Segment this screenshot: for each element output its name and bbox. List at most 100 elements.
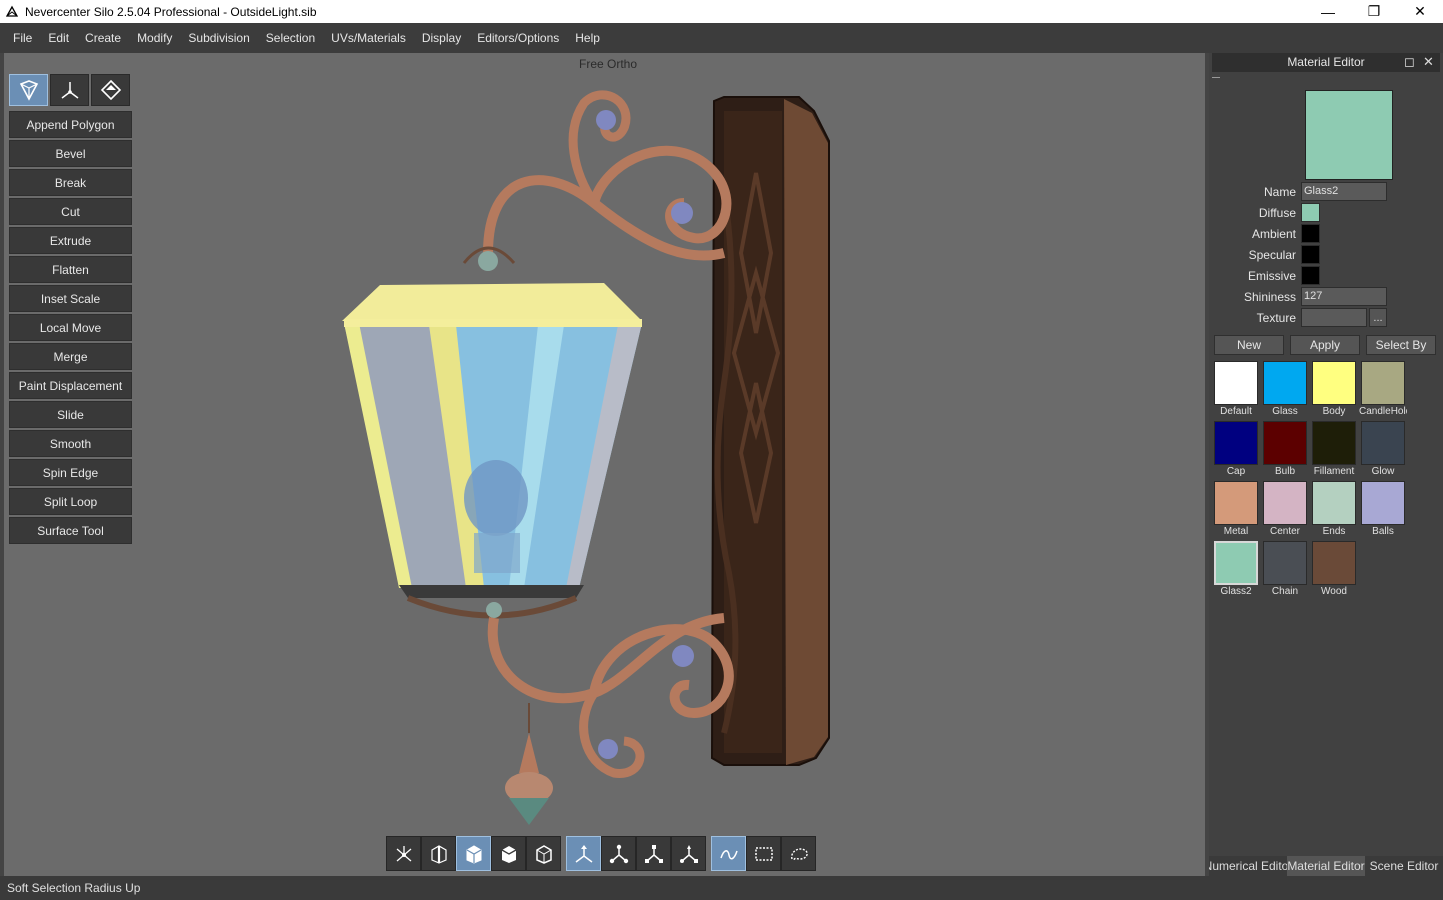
tool-surface-tool[interactable]: Surface Tool	[9, 517, 132, 544]
universal-manipulator-button[interactable]	[671, 836, 706, 871]
tool-merge[interactable]: Merge	[9, 343, 132, 370]
diffuse-color-swatch[interactable]	[1301, 203, 1320, 222]
tool-smooth[interactable]: Smooth	[9, 430, 132, 457]
material-swatch[interactable]	[1214, 541, 1258, 585]
tool-break[interactable]: Break	[9, 169, 132, 196]
minimize-button[interactable]: —	[1305, 0, 1351, 23]
new-material-button[interactable]: New	[1214, 335, 1284, 355]
select-by-material-button[interactable]: Select By	[1366, 335, 1436, 355]
material-swatch[interactable]	[1214, 361, 1258, 405]
viewport-3d[interactable]: Free Ortho	[4, 53, 1205, 876]
tool-slide[interactable]: Slide	[9, 401, 132, 428]
material-swatch[interactable]	[1361, 361, 1405, 405]
close-button[interactable]: ✕	[1397, 0, 1443, 23]
material-swatch[interactable]	[1263, 361, 1307, 405]
menu-editors-options[interactable]: Editors/Options	[469, 23, 567, 53]
apply-material-button[interactable]: Apply	[1290, 335, 1360, 355]
tool-append-polygon[interactable]: Append Polygon	[9, 111, 132, 138]
object-mode-button[interactable]	[9, 74, 48, 106]
menu-modify[interactable]: Modify	[129, 23, 180, 53]
specular-color-swatch[interactable]	[1301, 245, 1320, 264]
rotate-manipulator-button[interactable]	[601, 836, 636, 871]
material-item[interactable]: Chain	[1263, 541, 1312, 601]
material-name-field[interactable]: Glass2	[1301, 182, 1387, 201]
menu-selection[interactable]: Selection	[258, 23, 323, 53]
texture-label: Texture	[1256, 310, 1296, 325]
material-swatch[interactable]	[1361, 421, 1405, 465]
material-swatch[interactable]	[1263, 541, 1307, 585]
status-bar: Soft Selection Radius Up	[0, 876, 1443, 900]
material-item[interactable]: Body	[1312, 361, 1361, 421]
vertex-select-button[interactable]	[386, 836, 421, 871]
material-name-label: Center	[1269, 526, 1300, 537]
paint-select-button[interactable]	[711, 836, 746, 871]
tool-split-loop[interactable]: Split Loop	[9, 488, 132, 515]
menu-display[interactable]: Display	[414, 23, 469, 53]
ambient-row: Ambient	[1209, 224, 1320, 243]
tool-spin-edge[interactable]: Spin Edge	[9, 459, 132, 486]
tab-numerical-editor[interactable]: Numerical Editor	[1209, 856, 1287, 876]
tool-local-move[interactable]: Local Move	[9, 314, 132, 341]
menu-uvs-materials[interactable]: UVs/Materials	[323, 23, 414, 53]
material-swatch[interactable]	[1312, 541, 1356, 585]
texture-field[interactable]	[1301, 308, 1367, 327]
ambient-color-swatch[interactable]	[1301, 224, 1320, 243]
material-item[interactable]: Cap	[1214, 421, 1263, 481]
menu-file[interactable]: File	[5, 23, 40, 53]
menu-edit[interactable]: Edit	[40, 23, 77, 53]
material-swatch[interactable]	[1312, 361, 1356, 405]
panel-grip[interactable]	[1212, 77, 1220, 78]
tab-scene-editor[interactable]: Scene Editor	[1365, 856, 1443, 876]
face-select-button[interactable]	[456, 836, 491, 871]
maximize-button[interactable]: ❐	[1351, 0, 1397, 23]
menu-subdivision[interactable]: Subdivision	[180, 23, 257, 53]
material-item[interactable]: Balls	[1361, 481, 1410, 541]
material-item[interactable]: Ends	[1312, 481, 1361, 541]
window-title: Nevercenter Silo 2.5.04 Professional - O…	[25, 4, 317, 19]
tool-cut[interactable]: Cut	[9, 198, 132, 225]
material-item[interactable]: Glass2	[1214, 541, 1263, 601]
close-panel-icon[interactable]: ✕	[1423, 54, 1434, 70]
tool-bevel[interactable]: Bevel	[9, 140, 132, 167]
material-item[interactable]: Bulb	[1263, 421, 1312, 481]
material-swatch[interactable]	[1361, 481, 1405, 525]
lamp-model[interactable]	[4, 53, 1205, 876]
material-item[interactable]: Default	[1214, 361, 1263, 421]
edge-select-button[interactable]	[421, 836, 456, 871]
name-label: Name	[1263, 184, 1296, 199]
tool-extrude[interactable]: Extrude	[9, 227, 132, 254]
material-item[interactable]: Fillament	[1312, 421, 1361, 481]
material-item[interactable]: Center	[1263, 481, 1312, 541]
material-name-label: Wood	[1321, 586, 1347, 597]
component-mode-button[interactable]	[50, 74, 89, 106]
texture-browse-button[interactable]: ...	[1369, 308, 1387, 327]
material-swatch[interactable]	[1214, 481, 1258, 525]
material-swatch[interactable]	[1312, 481, 1356, 525]
material-item[interactable]: Glow	[1361, 421, 1410, 481]
material-item[interactable]: Glass	[1263, 361, 1312, 421]
material-item[interactable]: Wood	[1312, 541, 1361, 601]
emissive-color-swatch[interactable]	[1301, 266, 1320, 285]
tab-material-editor[interactable]: Material Editor	[1287, 856, 1365, 876]
move-manipulator-button[interactable]	[566, 836, 601, 871]
material-swatch[interactable]	[1312, 421, 1356, 465]
menu-create[interactable]: Create	[77, 23, 129, 53]
shininess-field[interactable]: 127	[1301, 287, 1387, 306]
lasso-select-button[interactable]	[781, 836, 816, 871]
material-swatch[interactable]	[1263, 421, 1307, 465]
float-panel-icon[interactable]: ◻	[1404, 54, 1415, 70]
object-select-button[interactable]	[491, 836, 526, 871]
menu-help[interactable]: Help	[567, 23, 608, 53]
tool-flatten[interactable]: Flatten	[9, 256, 132, 283]
uv-mode-button[interactable]	[91, 74, 130, 106]
tool-inset-scale[interactable]: Inset Scale	[9, 285, 132, 312]
material-swatch[interactable]	[1263, 481, 1307, 525]
scale-manipulator-button[interactable]	[636, 836, 671, 871]
multi-select-button[interactable]	[526, 836, 561, 871]
box-select-button[interactable]	[746, 836, 781, 871]
emissive-label: Emissive	[1247, 268, 1296, 283]
material-item[interactable]: Metal	[1214, 481, 1263, 541]
tool-paint-displacement[interactable]: Paint Displacement	[9, 372, 132, 399]
material-swatch[interactable]	[1214, 421, 1258, 465]
material-item[interactable]: CandleHolder	[1359, 361, 1410, 421]
